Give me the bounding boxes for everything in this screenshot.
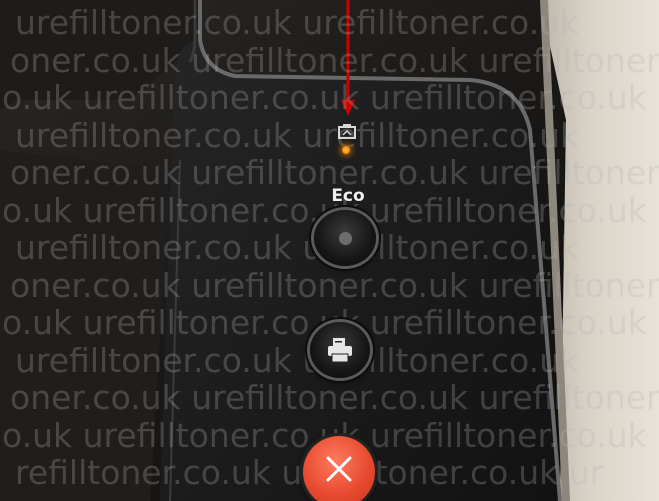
cancel-button[interactable] — [303, 436, 375, 501]
printer-panel-photo: urefilltoner.co.uk urefilltoner.co.uk one… — [0, 0, 659, 501]
toner-icon — [338, 124, 356, 139]
eco-indicator — [339, 232, 352, 245]
print-screen-button[interactable] — [310, 322, 370, 378]
print-icon — [328, 338, 352, 363]
toner-status-led — [342, 146, 350, 154]
eco-label: Eco — [331, 186, 365, 206]
cancel-x-icon — [326, 456, 352, 482]
eco-button[interactable] — [314, 210, 376, 266]
